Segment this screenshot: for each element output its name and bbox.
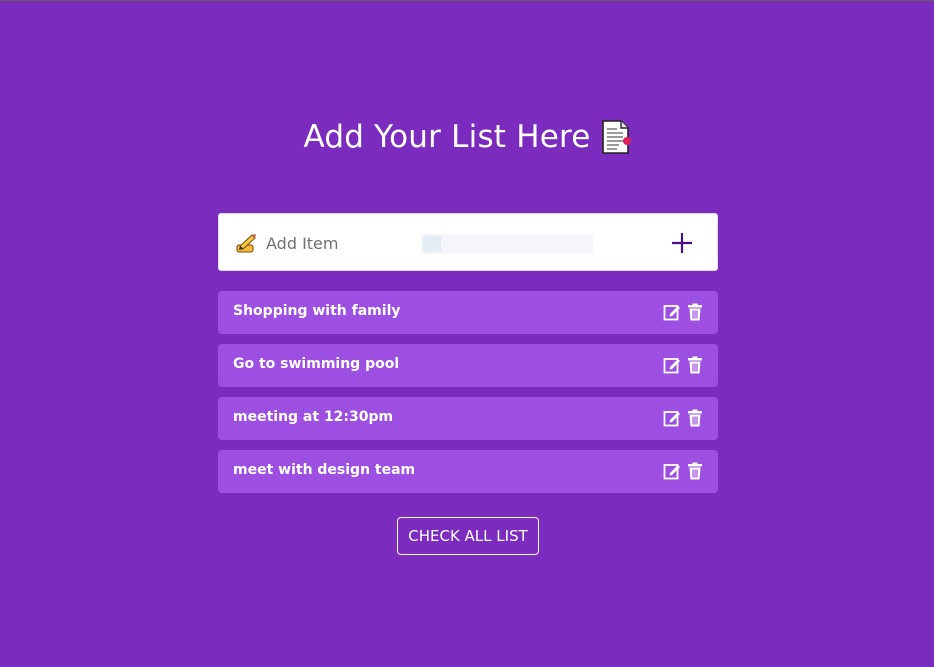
trash-icon[interactable] — [686, 356, 704, 374]
edit-icon[interactable] — [663, 356, 681, 374]
list-item: meeting at 12:30pm — [218, 397, 718, 440]
todo-list: Shopping with family Go to swimming pool… — [218, 291, 718, 503]
plus-icon — [672, 233, 692, 253]
list-item: meet with design team — [218, 450, 718, 493]
edit-icon[interactable] — [663, 462, 681, 480]
trash-icon[interactable] — [686, 462, 704, 480]
edit-icon[interactable] — [663, 303, 681, 321]
overlay-strip — [421, 234, 593, 254]
trash-icon[interactable] — [686, 303, 704, 321]
add-item-button[interactable] — [667, 228, 697, 258]
trash-icon[interactable] — [686, 409, 704, 427]
document-icon — [601, 120, 631, 154]
check-all-list-button[interactable]: CHECK ALL LIST — [397, 517, 539, 555]
list-item-text: meeting at 12:30pm — [233, 409, 394, 425]
list-item-text: Go to swimming pool — [233, 356, 400, 372]
writing-hand-icon — [235, 232, 257, 254]
overlay-square — [423, 236, 441, 252]
page-title: Add Your List Here — [0, 119, 934, 155]
add-item-bar — [218, 213, 718, 271]
page-title-text: Add Your List Here — [303, 119, 591, 155]
edit-icon[interactable] — [663, 409, 681, 427]
list-item: Shopping with family — [218, 291, 718, 334]
list-item-text: meet with design team — [233, 462, 416, 478]
list-item: Go to swimming pool — [218, 344, 718, 387]
list-item-text: Shopping with family — [233, 303, 401, 319]
